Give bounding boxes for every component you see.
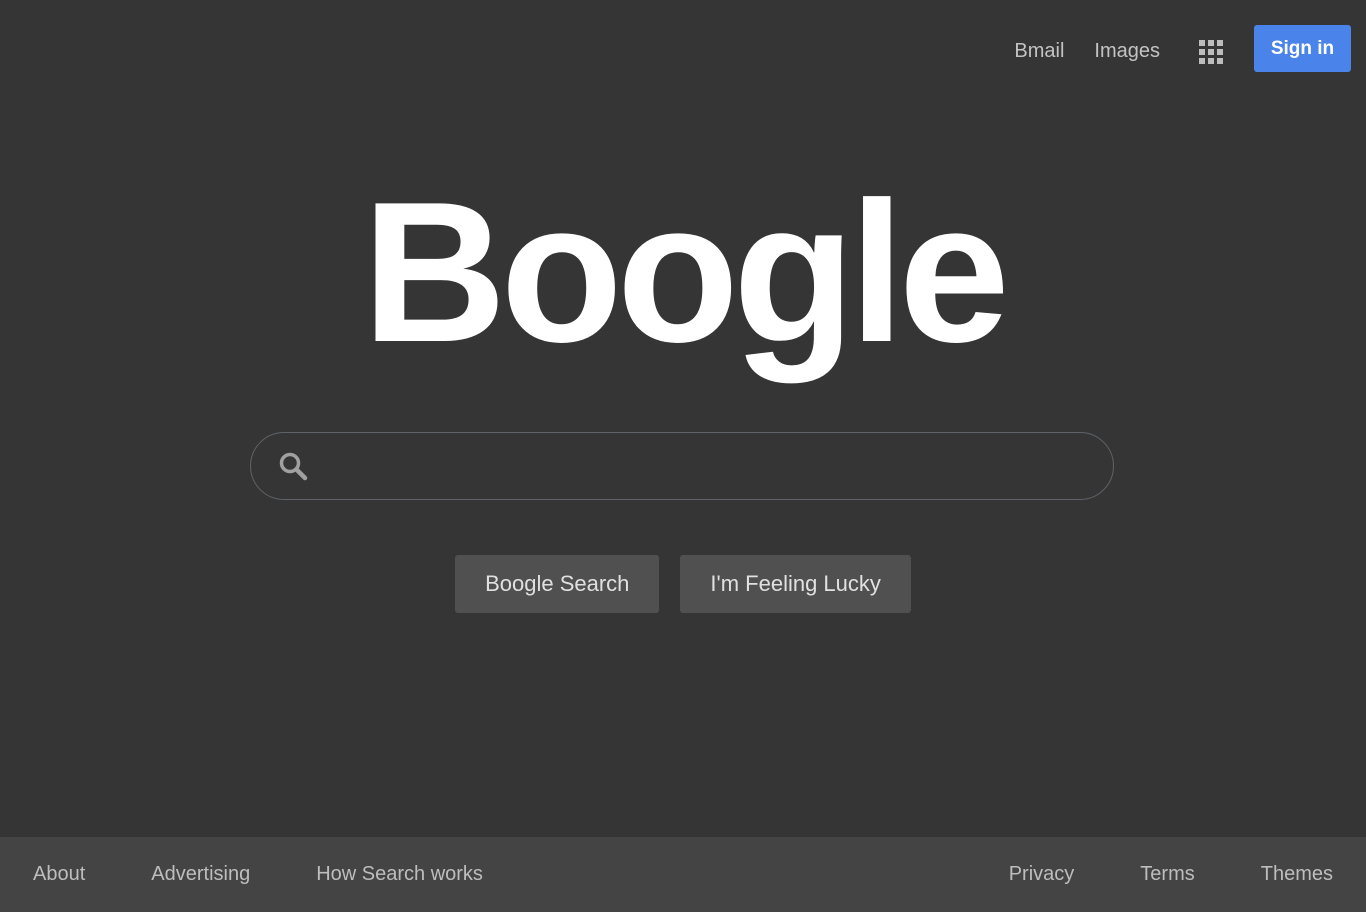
footer-how-search-works-link[interactable]: How Search works [316, 863, 483, 886]
bmail-link[interactable]: Bmail [1014, 22, 1064, 75]
footer-terms-link[interactable]: Terms [1140, 863, 1194, 886]
search-input[interactable] [319, 435, 1083, 497]
footer-advertising-link[interactable]: Advertising [151, 863, 250, 886]
grid-apps-icon[interactable] [1198, 39, 1224, 65]
footer-privacy-link[interactable]: Privacy [1009, 863, 1075, 886]
footer-themes-link[interactable]: Themes [1261, 863, 1333, 886]
search-box[interactable] [250, 432, 1114, 500]
logo: Boogle [362, 161, 1010, 384]
feeling-lucky-button[interactable]: I'm Feeling Lucky [680, 555, 911, 613]
search-button[interactable]: Boogle Search [455, 555, 660, 613]
top-nav: Bmail Images Sign in [1014, 25, 1351, 72]
page: Bmail Images Sign in Boogle Boogle Searc… [0, 0, 1366, 912]
footer-right-links: Privacy Terms Themes [943, 863, 1366, 886]
search-buttons: Boogle Search I'm Feeling Lucky [0, 555, 1366, 613]
footer-left-links: About Advertising How Search works [0, 863, 549, 886]
search-icon [279, 452, 308, 481]
sign-in-button[interactable]: Sign in [1254, 25, 1351, 72]
footer-about-link[interactable]: About [33, 863, 85, 886]
footer: About Advertising How Search works Priva… [0, 837, 1366, 912]
images-link[interactable]: Images [1094, 22, 1160, 75]
